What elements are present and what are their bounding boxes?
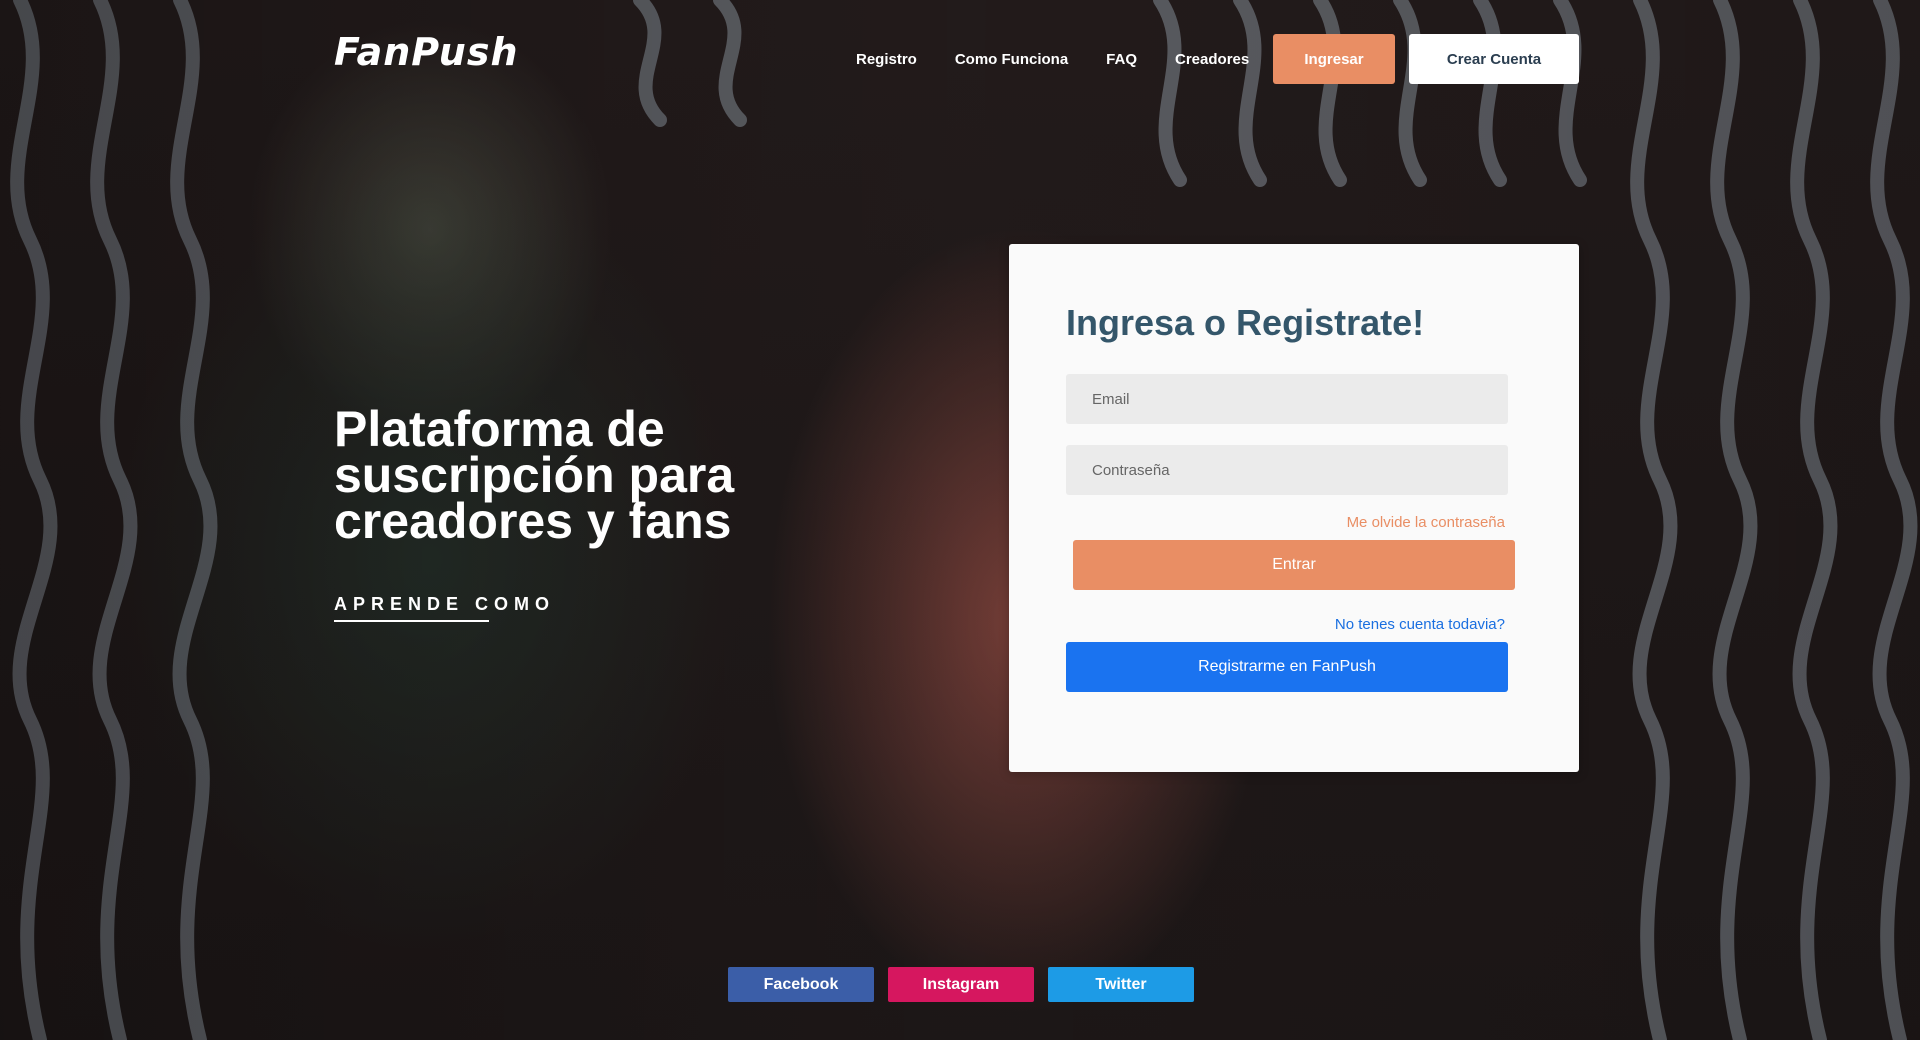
forgot-password-link[interactable]: Me olvide la contraseña [1347, 514, 1505, 531]
learn-how-link[interactable]: APRENDE COMO [334, 594, 555, 615]
nav-link-registro[interactable]: Registro [856, 51, 917, 68]
nav-link-creadores[interactable]: Creadores [1175, 51, 1249, 68]
nav-link-faq[interactable]: FAQ [1106, 51, 1137, 68]
submit-login-button[interactable]: Entrar [1073, 540, 1515, 590]
instagram-button[interactable]: Instagram [888, 967, 1034, 1002]
nav-link-como-funciona[interactable]: Como Funciona [955, 51, 1068, 68]
create-account-button[interactable]: Crear Cuenta [1409, 34, 1579, 84]
login-card: Ingresa o Registrate! Me olvide la contr… [1009, 244, 1579, 772]
learn-link-underline [334, 620, 489, 622]
login-button[interactable]: Ingresar [1273, 34, 1395, 84]
no-account-link[interactable]: No tenes cuenta todavia? [1335, 616, 1505, 633]
facebook-button[interactable]: Facebook [728, 967, 874, 1002]
email-field[interactable] [1066, 374, 1508, 424]
login-card-title: Ingresa o Registrate! [1066, 302, 1425, 343]
fanpush-logo[interactable]: FanPush [334, 30, 519, 74]
register-button[interactable]: Registrarme en FanPush [1066, 642, 1508, 692]
hero-title: Plataforma de suscripción para creadores… [334, 401, 735, 549]
landing-page: FanPush Registro Como Funciona FAQ Cread… [0, 0, 1920, 1040]
main-nav: Registro Como Funciona FAQ Creadores [856, 34, 1287, 84]
twitter-button[interactable]: Twitter [1048, 967, 1194, 1002]
password-field[interactable] [1066, 445, 1508, 495]
photo-overlay [0, 0, 1920, 1040]
